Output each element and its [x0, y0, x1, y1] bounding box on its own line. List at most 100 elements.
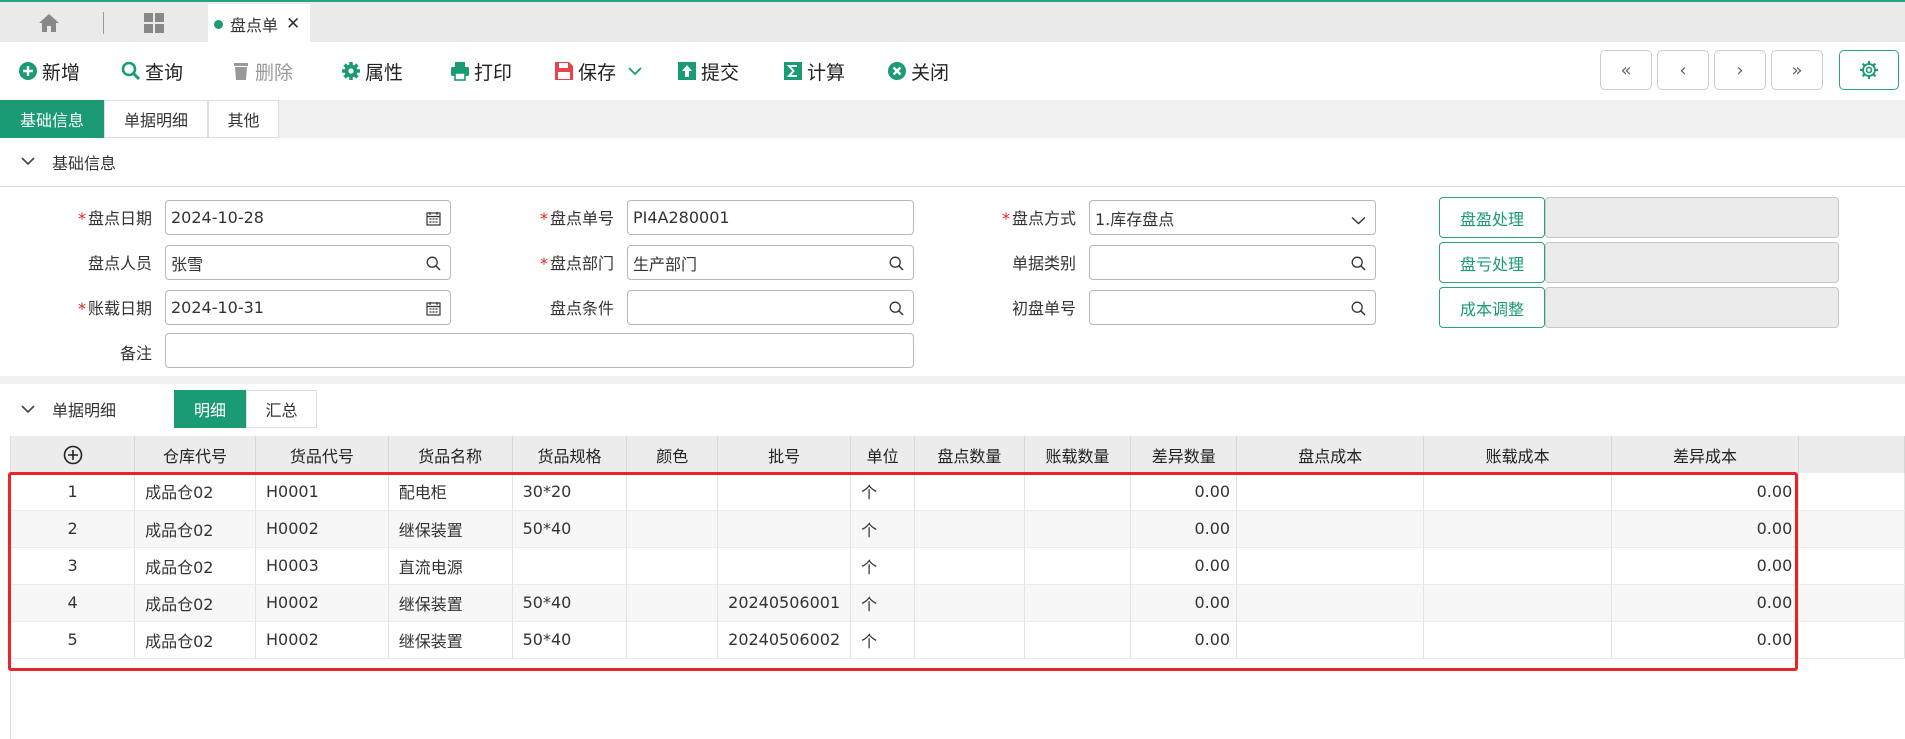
table-row[interactable]: 1 成品仓02 H0001 配电柜 30*20 个 0.00 0.00: [11, 473, 1905, 511]
table-cell-spec[interactable]: 50*40: [512, 510, 628, 548]
table-cell-wh[interactable]: 成品仓02: [134, 473, 256, 511]
table-cell-count-qty[interactable]: [914, 584, 1025, 622]
table-cell-wh[interactable]: 成品仓02: [134, 547, 256, 585]
add-row-button[interactable]: [11, 436, 136, 473]
col-header[interactable]: 货品名称: [388, 436, 513, 473]
col-header[interactable]: 盘点数量: [914, 436, 1025, 473]
search-icon[interactable]: [426, 256, 441, 271]
cost-adjust-button[interactable]: 成本调整: [1439, 287, 1545, 328]
table-cell-book-cost[interactable]: [1423, 547, 1612, 585]
table-cell-batch[interactable]: [717, 510, 852, 548]
condition-field[interactable]: [627, 290, 914, 325]
apps-grid-icon[interactable]: [143, 12, 165, 34]
table-cell-color[interactable]: [626, 621, 719, 659]
table-cell-book-cost[interactable]: [1423, 510, 1612, 548]
search-icon[interactable]: [889, 256, 904, 271]
table-cell-name[interactable]: 继保装置: [388, 510, 513, 548]
table-cell-unit[interactable]: 个: [850, 510, 916, 548]
initial-no-field[interactable]: [1089, 290, 1376, 325]
table-cell-spec[interactable]: 30*20: [512, 473, 628, 511]
table-cell-diff-qty[interactable]: 0.00: [1130, 473, 1238, 511]
table-cell-batch[interactable]: 20240506001: [717, 584, 852, 622]
col-header[interactable]: 盘点成本: [1236, 436, 1425, 473]
counter-field[interactable]: 张雪: [165, 245, 451, 280]
tab-inventory-count[interactable]: 盘点单 ✕: [208, 4, 310, 44]
table-cell-batch[interactable]: 20240506002: [717, 621, 852, 659]
count-method-select[interactable]: 1.库存盘点: [1089, 200, 1376, 235]
calendar-icon[interactable]: [426, 211, 441, 226]
table-cell-book-cost[interactable]: [1423, 473, 1612, 511]
table-cell-wh[interactable]: 成品仓02: [134, 510, 256, 548]
col-header[interactable]: 货品规格: [512, 436, 628, 473]
submit-button[interactable]: 提交: [677, 58, 739, 84]
table-cell-count-cost[interactable]: [1236, 584, 1425, 622]
table-cell-diff-cost[interactable]: 0.00: [1611, 584, 1800, 622]
table-cell-spec[interactable]: [512, 547, 628, 585]
col-header[interactable]: 仓库代号: [134, 436, 256, 473]
table-cell-no[interactable]: 2: [11, 510, 136, 548]
doc-type-field[interactable]: [1089, 245, 1376, 280]
loss-process-button[interactable]: 盘亏处理: [1439, 242, 1545, 283]
table-cell-unit[interactable]: 个: [850, 621, 916, 659]
table-cell-no[interactable]: 1: [11, 473, 136, 511]
first-record-button[interactable]: «: [1600, 50, 1652, 90]
table-cell-code[interactable]: H0001: [255, 473, 389, 511]
col-header[interactable]: 单位: [850, 436, 916, 473]
table-cell-book-qty[interactable]: [1024, 473, 1132, 511]
table-cell-diff-qty[interactable]: 0.00: [1130, 584, 1238, 622]
calculate-button[interactable]: 计算: [783, 58, 845, 84]
table-cell-unit[interactable]: 个: [850, 584, 916, 622]
table-cell-color[interactable]: [626, 473, 719, 511]
table-cell-book-cost[interactable]: [1423, 621, 1612, 659]
table-cell-name[interactable]: 继保装置: [388, 584, 513, 622]
table-cell-diff-qty[interactable]: 0.00: [1130, 621, 1238, 659]
table-cell-unit[interactable]: 个: [850, 473, 916, 511]
col-header[interactable]: 差异数量: [1130, 436, 1238, 473]
col-header[interactable]: 账载成本: [1423, 436, 1612, 473]
table-cell-count-cost[interactable]: [1236, 510, 1425, 548]
dept-field[interactable]: 生产部门: [627, 245, 914, 280]
table-cell-batch[interactable]: [717, 547, 852, 585]
attributes-button[interactable]: 属性: [341, 58, 403, 84]
tab-summary[interactable]: 汇总: [246, 390, 317, 428]
search-icon[interactable]: [1351, 301, 1366, 316]
table-cell-diff-cost[interactable]: 0.00: [1611, 547, 1800, 585]
table-cell-count-qty[interactable]: [914, 510, 1025, 548]
new-button[interactable]: 新增: [18, 58, 80, 84]
table-cell-count-qty[interactable]: [914, 547, 1025, 585]
count-date-field[interactable]: 2024-10-28: [165, 200, 451, 235]
next-record-button[interactable]: ›: [1714, 50, 1766, 90]
remark-field[interactable]: [165, 333, 914, 368]
home-icon[interactable]: [38, 13, 60, 33]
table-cell-no[interactable]: 5: [11, 621, 136, 659]
table-cell-code[interactable]: H0002: [255, 584, 389, 622]
table-cell-name[interactable]: 直流电源: [388, 547, 513, 585]
table-row[interactable]: 3 成品仓02 H0003 直流电源 个 0.00 0.00: [11, 547, 1905, 585]
col-header[interactable]: 差异成本: [1611, 436, 1800, 473]
table-cell-diff-cost[interactable]: 0.00: [1611, 473, 1800, 511]
print-button[interactable]: 打印: [450, 58, 512, 84]
tab-detail[interactable]: 明细: [174, 390, 246, 428]
table-cell-code[interactable]: H0003: [255, 547, 389, 585]
table-cell-book-qty[interactable]: [1024, 584, 1132, 622]
table-row[interactable]: 4 成品仓02 H0002 继保装置 50*40 20240506001 个 0.00 0.00: [11, 584, 1905, 622]
basic-info-header[interactable]: 基础信息: [0, 138, 1905, 186]
close-tab-icon[interactable]: ✕: [286, 14, 300, 34]
table-cell-code[interactable]: H0002: [255, 621, 389, 659]
table-cell-name[interactable]: 继保装置: [388, 621, 513, 659]
table-cell-count-qty[interactable]: [914, 621, 1025, 659]
table-cell-count-qty[interactable]: [914, 473, 1025, 511]
table-cell-book-qty[interactable]: [1024, 547, 1132, 585]
col-header[interactable]: 账载数量: [1024, 436, 1132, 473]
table-cell-diff-qty[interactable]: 0.00: [1130, 547, 1238, 585]
tab-other[interactable]: 其他: [208, 100, 279, 138]
table-cell-count-cost[interactable]: [1236, 547, 1425, 585]
col-header[interactable]: 颜色: [626, 436, 719, 473]
col-header[interactable]: 批号: [717, 436, 852, 473]
prev-record-button[interactable]: ‹: [1657, 50, 1709, 90]
calendar-icon[interactable]: [426, 301, 441, 316]
table-cell-no[interactable]: 3: [11, 547, 136, 585]
table-cell-no[interactable]: 4: [11, 584, 136, 622]
settings-button[interactable]: [1839, 50, 1899, 90]
table-cell-spec[interactable]: 50*40: [512, 584, 628, 622]
